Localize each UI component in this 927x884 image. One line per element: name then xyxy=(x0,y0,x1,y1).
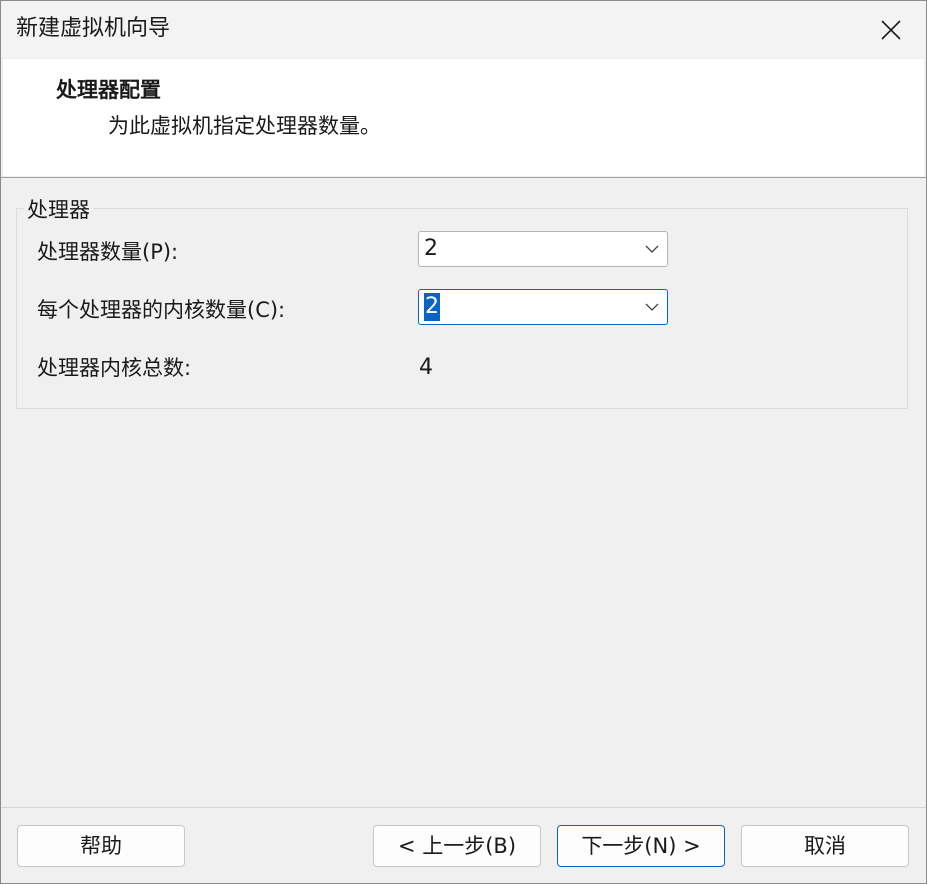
chevron-down-icon xyxy=(645,245,659,253)
processor-count-label: 处理器数量(P): xyxy=(37,240,179,264)
close-icon xyxy=(881,19,901,40)
cores-per-processor-value: 2 xyxy=(424,293,440,321)
cores-per-processor-label: 每个处理器的内核数量(C): xyxy=(37,298,286,322)
next-button[interactable]: 下一步(N) > xyxy=(557,825,725,867)
total-cores-value: 4 xyxy=(419,355,433,380)
back-button[interactable]: < 上一步(B) xyxy=(373,825,541,867)
window-title: 新建虚拟机向导 xyxy=(16,16,171,41)
help-button[interactable]: 帮助 xyxy=(17,825,185,867)
title-bar: 新建虚拟机向导 xyxy=(1,1,926,58)
footer-divider xyxy=(1,807,926,808)
page-subtitle: 为此虚拟机指定处理器数量。 xyxy=(108,114,381,138)
page-title: 处理器配置 xyxy=(56,78,161,102)
total-cores-label: 处理器内核总数: xyxy=(37,356,192,380)
chevron-down-icon xyxy=(645,303,659,311)
processor-count-value: 2 xyxy=(424,236,438,261)
header-divider xyxy=(1,177,926,178)
cores-per-processor-select[interactable]: 2 xyxy=(418,289,668,325)
cancel-button[interactable]: 取消 xyxy=(741,825,909,867)
processor-count-select[interactable]: 2 xyxy=(418,231,668,267)
processor-group-legend: 处理器 xyxy=(24,196,93,224)
new-vm-wizard-window: 新建虚拟机向导 处理器配置 为此虚拟机指定处理器数量。 处理器 处理器数量(P)… xyxy=(0,0,927,884)
close-button[interactable] xyxy=(856,1,926,58)
wizard-header: 处理器配置 为此虚拟机指定处理器数量。 xyxy=(3,59,924,176)
